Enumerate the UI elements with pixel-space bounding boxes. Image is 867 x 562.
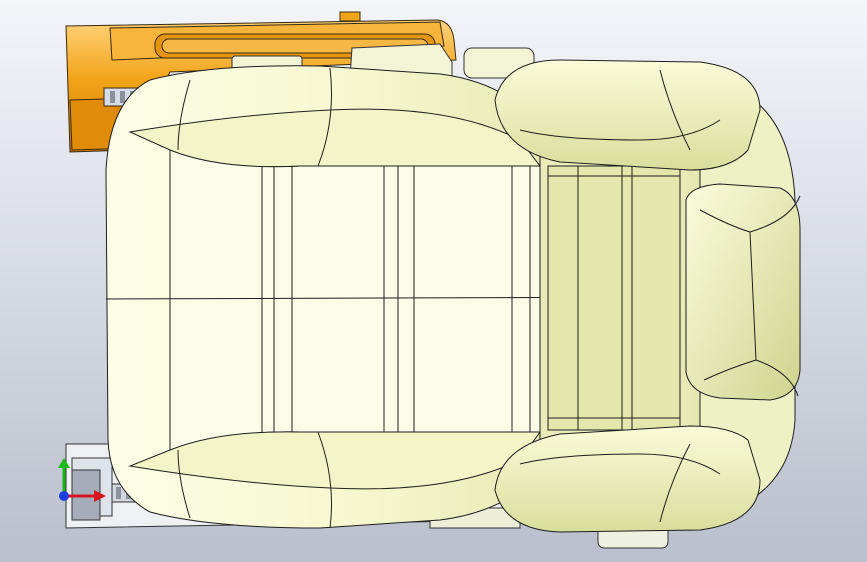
seat-model-drawing[interactable] — [0, 0, 867, 562]
cad-graphics-viewport[interactable] — [0, 0, 867, 562]
headrest[interactable] — [685, 183, 801, 401]
backrest-bolster-top[interactable] — [494, 59, 761, 171]
z-axis-dot — [59, 491, 69, 501]
backrest-bolster-bottom[interactable] — [494, 425, 761, 533]
